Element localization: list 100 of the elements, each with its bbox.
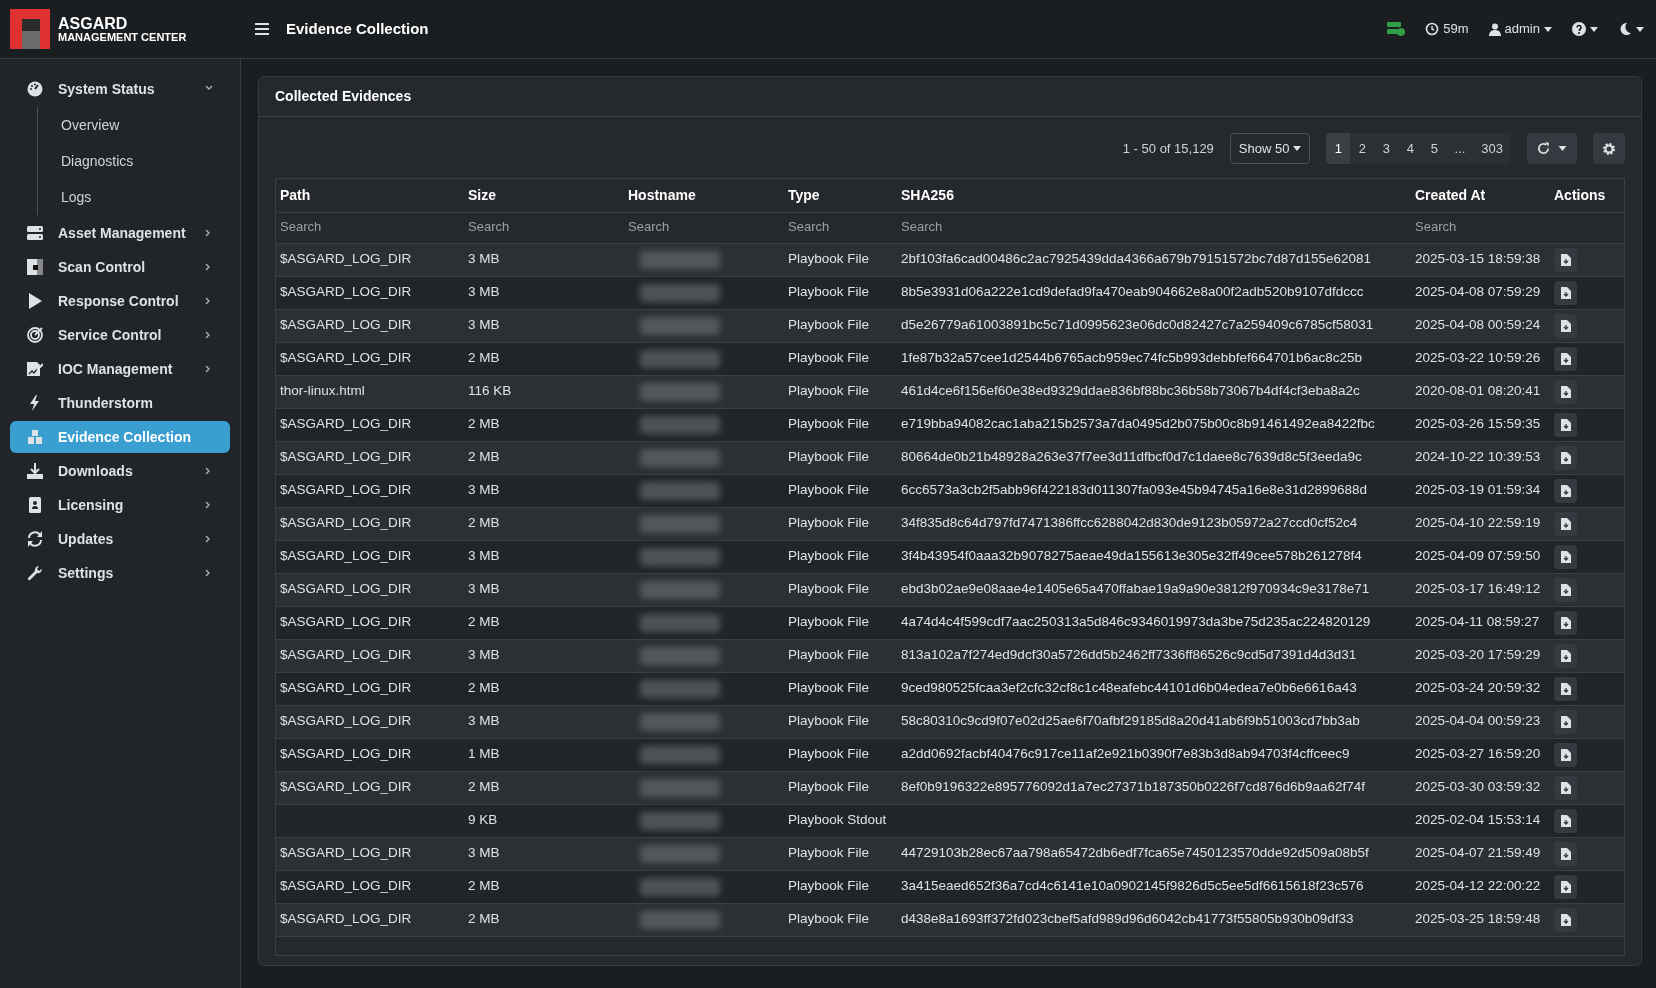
size-cell: 2 MB	[468, 449, 500, 465]
column-header[interactable]: Created At	[1411, 179, 1550, 212]
file-download-icon	[1560, 715, 1571, 728]
column-header[interactable]: Actions	[1550, 179, 1624, 212]
type-cell: Playbook File	[788, 251, 870, 267]
help-menu[interactable]	[1572, 22, 1598, 36]
column-search-field[interactable]: Search	[901, 217, 1407, 237]
file-download-icon	[1560, 418, 1571, 431]
download-file-button[interactable]	[1554, 610, 1577, 635]
caret-icon	[1636, 26, 1644, 32]
size-cell: 2 MB	[468, 779, 500, 795]
sidebar-item[interactable]: Updates	[10, 523, 230, 555]
page-button[interactable]: 2	[1350, 133, 1375, 164]
size-cell: 3 MB	[468, 284, 500, 300]
sidebar-item[interactable]: Response Control	[10, 285, 230, 317]
sidebar-item[interactable]: Settings	[10, 557, 230, 589]
column-search-field[interactable]: Search	[1415, 217, 1546, 237]
size-cell: 9 KB	[468, 812, 498, 828]
download-file-button[interactable]	[1554, 247, 1577, 272]
theme-menu[interactable]	[1618, 22, 1644, 36]
sidebar-item[interactable]: Service Control	[10, 319, 230, 351]
download-file-button[interactable]	[1554, 313, 1577, 338]
submenu-item[interactable]: Diagnostics	[38, 143, 230, 179]
sidebar-item[interactable]: Downloads	[10, 455, 230, 487]
sidebar-item[interactable]: Thunderstorm	[10, 387, 230, 419]
hash-cell: 80664de0b21b48928a263e37f7ee3d11dfbcf0d7c1daee8c7639d8c5f3eeda9c	[901, 449, 1362, 465]
download-file-button[interactable]	[1554, 874, 1577, 899]
user-icon	[1488, 22, 1501, 36]
download-file-button[interactable]	[1554, 412, 1577, 437]
page-button[interactable]: 303	[1473, 133, 1511, 164]
date-cell: 2025-04-08 07:59:29	[1415, 284, 1541, 300]
download-file-button[interactable]	[1554, 544, 1577, 569]
path-cell: $ASGARD_LOG_DIR	[280, 713, 412, 729]
hash-cell: e719bba94082cac1aba215b2573a7da0495d2b075b00c8b91461492ea8422fbc	[901, 416, 1375, 432]
date-cell: 2025-04-09 07:59:50	[1415, 548, 1541, 564]
sidebar-item[interactable]: IOC Management	[10, 353, 230, 385]
download-file-button[interactable]	[1554, 478, 1577, 503]
submenu-item[interactable]: Overview	[38, 107, 230, 143]
download-file-button[interactable]	[1554, 346, 1577, 371]
moon-icon	[1618, 22, 1632, 36]
column-search-field[interactable]: Search	[280, 217, 460, 237]
column-header[interactable]: Hostname	[624, 179, 784, 212]
server-status-icon[interactable]	[1387, 22, 1406, 36]
type-cell: Playbook File	[788, 845, 870, 861]
settings-button[interactable]	[1593, 133, 1625, 164]
download-file-button[interactable]	[1554, 643, 1577, 668]
download-file-button[interactable]	[1554, 379, 1577, 404]
download-file-button[interactable]	[1554, 511, 1577, 536]
type-cell: Playbook File	[788, 713, 870, 729]
logo-title: ASGARD	[58, 15, 129, 32]
page-button[interactable]: ...	[1446, 133, 1474, 164]
page-button[interactable]: 1	[1326, 133, 1351, 164]
hash-cell: d5e26779a61003891bc5c71d0995623e06dc0d82427c7a259409c6785cf58031	[901, 317, 1374, 333]
column-search-field[interactable]: Search	[628, 217, 780, 237]
sidebar-item[interactable]: Asset Management	[10, 217, 230, 249]
page-button[interactable]: 5	[1422, 133, 1447, 164]
hash-cell: 58c80310c9cd9f07e02d25ae6f70afbf29185d8a20d41ab6f9b51003cd7bb3ab	[901, 713, 1360, 729]
date-cell: 2025-03-17 16:49:12	[1415, 581, 1541, 597]
path-cell: $ASGARD_LOG_DIR	[280, 911, 412, 927]
download-file-button[interactable]	[1554, 445, 1577, 470]
timer-icon	[1425, 22, 1440, 36]
caret-icon	[1293, 146, 1302, 151]
download-file-button[interactable]	[1554, 676, 1577, 701]
id-card-icon	[27, 497, 43, 513]
file-download-icon	[1560, 682, 1571, 695]
sidebar-item[interactable]: Licensing	[10, 489, 230, 521]
file-download-icon	[1560, 550, 1571, 563]
download-file-button[interactable]	[1554, 280, 1577, 305]
sidebar-item[interactable]: Scan Control	[10, 251, 230, 283]
download-file-button[interactable]	[1554, 742, 1577, 767]
submenu-item[interactable]: Logs	[38, 179, 230, 215]
download-file-button[interactable]	[1554, 808, 1577, 833]
size-cell: 3 MB	[468, 482, 500, 498]
column-search-field[interactable]: Search	[468, 217, 620, 237]
hash-cell: 461d4ce6f156ef60e38ed9329ddae836bf88bc36b58b73067b4df4cf3eba8a2c	[901, 383, 1360, 399]
column-header[interactable]: Path	[276, 179, 464, 212]
page-size-dropdown[interactable]: Show 50	[1229, 133, 1311, 164]
type-cell: Playbook Stdout	[788, 812, 887, 828]
download-file-button[interactable]	[1554, 841, 1577, 866]
download-file-button[interactable]	[1554, 709, 1577, 734]
hash-cell: 813a102a7f274ed9dcf30a5726dd5b2462ff7336ff86526c9cd5d7391d4d3d31	[901, 647, 1357, 663]
column-header[interactable]: Size	[464, 179, 624, 212]
column-search-field[interactable]: Search	[788, 217, 893, 237]
file-download-icon	[1560, 616, 1571, 629]
path-cell: $ASGARD_LOG_DIR	[280, 845, 412, 861]
size-cell: 2 MB	[468, 680, 500, 696]
page-button[interactable]: 3	[1374, 133, 1399, 164]
refresh-button[interactable]	[1527, 133, 1577, 164]
download-file-button[interactable]	[1554, 775, 1577, 800]
page-button[interactable]: 4	[1398, 133, 1423, 164]
column-header[interactable]: Type	[784, 179, 897, 212]
size-cell: 1 MB	[468, 746, 500, 762]
download-file-button[interactable]	[1554, 907, 1577, 932]
caret-icon	[1558, 146, 1567, 151]
column-header[interactable]: SHA256	[897, 179, 1411, 212]
user-menu[interactable]: admin	[1488, 19, 1552, 39]
date-cell: 2020-08-01 08:20:41	[1415, 383, 1541, 399]
date-cell: 2025-03-19 01:59:34	[1415, 482, 1541, 498]
sidebar-item[interactable]: System Status	[10, 73, 230, 105]
download-file-button[interactable]	[1554, 577, 1577, 602]
